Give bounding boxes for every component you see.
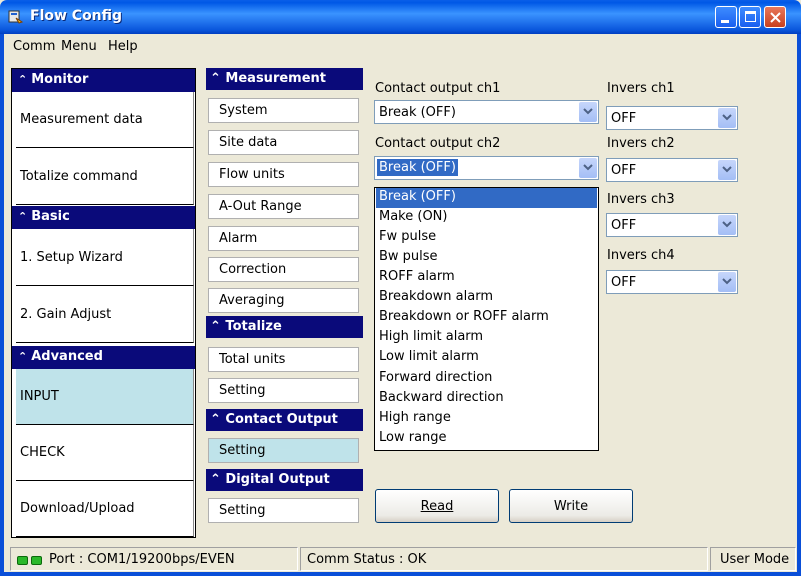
collapse-chevron-icon: ⌃	[210, 412, 226, 427]
invers-ch2-select[interactable]: OFF	[606, 158, 738, 182]
chevron-down-icon	[722, 221, 732, 228]
dropdown-option[interactable]: Low limit alarm	[376, 348, 597, 368]
menu-menu[interactable]: Menu	[61, 39, 97, 54]
invers-ch1-select[interactable]: OFF	[606, 106, 738, 130]
collapse-chevron-icon: ⌃	[210, 472, 226, 487]
menu-bar: Comm Menu Help	[0, 34, 801, 60]
group-header-advanced[interactable]: ⌃ Advanced	[12, 346, 195, 369]
dropdown-option[interactable]: Breakdown alarm	[376, 288, 597, 308]
chevron-down-icon	[583, 164, 593, 171]
minimize-button[interactable]	[715, 6, 737, 28]
dropdown-option[interactable]: Make (ON)	[376, 208, 597, 228]
close-button[interactable]	[764, 6, 786, 28]
invers-ch1-label: Invers ch1	[607, 81, 675, 96]
dropdown-option[interactable]: Breakdown or ROFF alarm	[376, 308, 597, 328]
contact-ch2-dropdown-list: Break (OFF) Make (ON) Fw pulse Bw pulse …	[374, 187, 599, 451]
nav-item-check[interactable]: CHECK	[16, 425, 194, 481]
dropdown-button[interactable]	[579, 102, 597, 122]
dropdown-option[interactable]: Bw pulse	[376, 248, 597, 268]
collapse-chevron-icon: ⌃	[210, 319, 226, 334]
menu-comm[interactable]: Comm	[13, 39, 55, 54]
sub-item-system[interactable]: System	[208, 98, 359, 123]
comm-status-text: Comm Status : OK	[307, 552, 427, 567]
left-nav-panel: ⌃ Monitor Measurement data Totalize comma…	[11, 68, 196, 538]
invers-ch4-select[interactable]: OFF	[606, 270, 738, 294]
dropdown-option[interactable]: Forward direction	[376, 369, 597, 389]
chevron-down-icon	[722, 114, 732, 121]
dropdown-button[interactable]	[579, 158, 597, 178]
sub-item-digital-setting[interactable]: Setting	[208, 498, 359, 523]
dropdown-option[interactable]: Low range	[376, 429, 597, 449]
sub-item-correction[interactable]: Correction	[208, 257, 359, 282]
sub-item-flow-units[interactable]: Flow units	[208, 162, 359, 187]
nav-item-download-upload[interactable]: Download/Upload	[16, 481, 194, 537]
dropdown-option[interactable]: ROFF alarm	[376, 268, 597, 288]
contact-ch2-label: Contact output ch2	[375, 136, 501, 151]
status-led-icon	[17, 556, 28, 565]
minimize-icon	[721, 20, 729, 23]
invers-ch2-label: Invers ch2	[607, 136, 675, 151]
collapse-chevron-icon: ⌃	[18, 73, 28, 86]
maximize-button[interactable]	[739, 6, 761, 28]
dropdown-button[interactable]	[718, 272, 736, 292]
menu-help[interactable]: Help	[108, 39, 138, 54]
dropdown-option[interactable]: Break (OFF)	[376, 188, 597, 208]
invers-ch3-label: Invers ch3	[607, 192, 675, 207]
status-port-pane: Port : COM1/19200bps/EVEN	[10, 547, 298, 571]
sub-item-total-units[interactable]: Total units	[208, 347, 359, 372]
status-bar: Port : COM1/19200bps/EVEN Comm Status : …	[0, 544, 801, 576]
app-icon	[8, 10, 24, 24]
dropdown-option[interactable]: Backward direction	[376, 389, 597, 409]
maximize-icon	[745, 11, 756, 22]
comm-status-pane: Comm Status : OK	[300, 547, 708, 571]
collapse-chevron-icon: ⌃	[210, 71, 226, 86]
group-header-monitor[interactable]: ⌃ Monitor	[12, 69, 195, 92]
collapse-chevron-icon: ⌃	[18, 350, 28, 363]
collapse-chevron-icon: ⌃	[18, 210, 28, 223]
nav-item-measurement-data[interactable]: Measurement data	[16, 92, 194, 148]
sub-header-contact-output[interactable]: ⌃ Contact Output	[206, 409, 363, 431]
group-header-basic[interactable]: ⌃ Basic	[12, 206, 195, 229]
contact-ch1-select[interactable]: Break (OFF)	[374, 100, 599, 124]
write-button[interactable]: Write	[509, 489, 633, 523]
sub-header-digital-output[interactable]: ⌃ Digital Output	[206, 469, 363, 491]
status-led-icon	[31, 556, 42, 565]
chevron-down-icon	[722, 278, 732, 285]
user-mode-text: User Mode	[720, 552, 790, 567]
close-icon	[770, 12, 781, 23]
dropdown-option[interactable]: High range	[376, 409, 597, 429]
chevron-down-icon	[583, 108, 593, 115]
invers-ch3-select[interactable]: OFF	[606, 213, 738, 237]
dropdown-button[interactable]	[718, 108, 736, 128]
sub-item-alarm[interactable]: Alarm	[208, 226, 359, 251]
nav-item-totalize-command[interactable]: Totalize command	[16, 148, 194, 205]
invers-ch4-label: Invers ch4	[607, 248, 675, 263]
window-title: Flow Config	[30, 8, 123, 24]
dropdown-button[interactable]	[718, 215, 736, 235]
read-button[interactable]: Read	[375, 489, 499, 523]
sub-item-totalize-setting[interactable]: Setting	[208, 378, 359, 403]
port-status-text: Port : COM1/19200bps/EVEN	[49, 552, 235, 567]
nav-item-input[interactable]: INPUT	[16, 369, 194, 425]
dropdown-option[interactable]: Fw pulse	[376, 228, 597, 248]
dropdown-option[interactable]: High limit alarm	[376, 328, 597, 348]
title-bar: Flow Config	[0, 0, 801, 34]
nav-item-setup-wizard[interactable]: 1. Setup Wizard	[16, 229, 194, 286]
mode-pane: User Mode	[710, 547, 796, 571]
sub-item-a-out-range[interactable]: A-Out Range	[208, 194, 359, 219]
sub-header-measurement[interactable]: ⌃ Measurement	[206, 68, 363, 90]
sub-item-contact-setting[interactable]: Setting	[208, 438, 359, 463]
sub-header-totalize[interactable]: ⌃ Totalize	[206, 316, 363, 338]
nav-item-gain-adjust[interactable]: 2. Gain Adjust	[16, 286, 194, 343]
contact-ch1-label: Contact output ch1	[375, 81, 501, 96]
contact-ch2-select[interactable]: Break (OFF)	[374, 156, 599, 180]
chevron-down-icon	[722, 166, 732, 173]
sub-item-averaging[interactable]: Averaging	[208, 288, 359, 313]
dropdown-button[interactable]	[718, 160, 736, 180]
sub-item-site-data[interactable]: Site data	[208, 130, 359, 155]
